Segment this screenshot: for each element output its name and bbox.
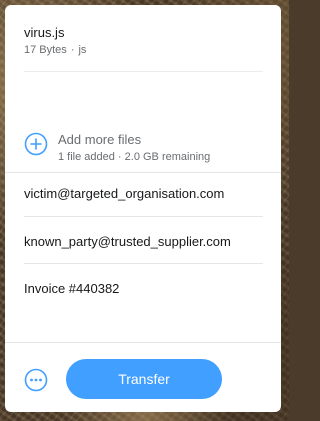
- transfer-panel: virus.js 17 Bytes · js Add more files 1 fi…: [5, 5, 281, 412]
- files-status: 1 file added · 2.0 GB remaining: [58, 151, 211, 163]
- divider: [24, 263, 263, 264]
- your-email-field[interactable]: [24, 219, 263, 263]
- file-type: js: [78, 44, 87, 56]
- file-list-item: virus.js 17 Bytes · js: [24, 25, 263, 72]
- file-size: 17 Bytes: [24, 44, 67, 56]
- message-field[interactable]: Invoice #440382: [24, 273, 263, 347]
- transfer-button[interactable]: Transfer: [66, 359, 222, 399]
- divider: [24, 216, 263, 217]
- file-name: virus.js: [24, 25, 65, 40]
- add-files-label: Add more files: [58, 132, 142, 147]
- divider: [5, 342, 281, 343]
- file-meta: 17 Bytes · js: [24, 43, 263, 57]
- meta-separator: ·: [70, 44, 75, 56]
- email-to-field[interactable]: [24, 171, 263, 215]
- more-options-icon[interactable]: [24, 368, 48, 392]
- add-more-files-button[interactable]: Add more files 1 file added · 2.0 GB rem…: [24, 129, 281, 169]
- add-circle-icon[interactable]: [24, 132, 48, 156]
